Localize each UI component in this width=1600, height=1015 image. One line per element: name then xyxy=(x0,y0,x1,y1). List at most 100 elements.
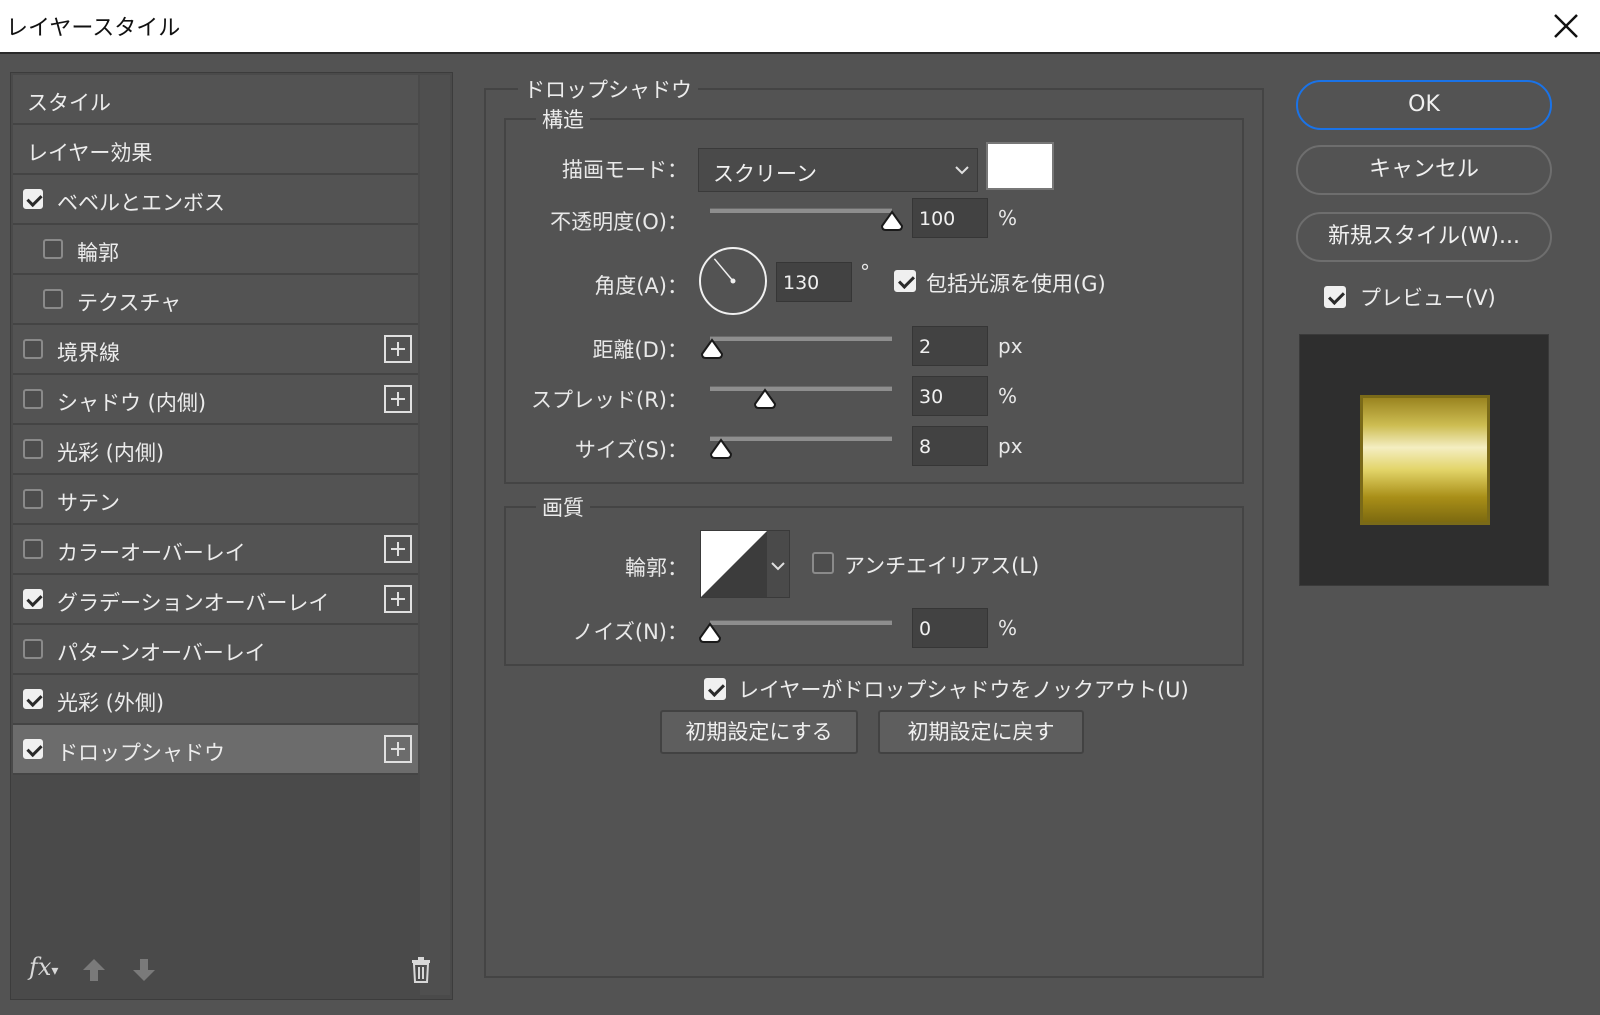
distance-unit: px xyxy=(998,334,1023,358)
arrow-down-icon[interactable] xyxy=(131,957,157,983)
quality-group: 画質 輪郭： アンチエイリアス(L) ノイズ(N)： 0 % xyxy=(504,492,1244,666)
spread-unit: % xyxy=(998,384,1018,408)
fx-icon[interactable]: fx▾ xyxy=(29,953,58,981)
effect-label: カラーオーバーレイ xyxy=(57,541,246,565)
effects-list-scrollbar[interactable] xyxy=(420,75,450,995)
effect-checkbox[interactable] xyxy=(23,389,43,409)
new-style-button[interactable]: 新規スタイル(W)... xyxy=(1296,212,1552,262)
effect-label: シャドウ (内側) xyxy=(57,391,207,415)
cancel-button[interactable]: キャンセル xyxy=(1296,145,1552,195)
add-effect-plus-icon[interactable] xyxy=(384,585,412,613)
add-effect-plus-icon[interactable] xyxy=(384,385,412,413)
make-default-button[interactable]: 初期設定にする xyxy=(660,710,858,754)
add-effect-plus-icon[interactable] xyxy=(384,735,412,763)
close-button[interactable] xyxy=(1546,6,1586,46)
quality-title: 画質 xyxy=(536,492,590,522)
effect-item[interactable]: パターンオーバーレイ xyxy=(13,625,418,675)
effect-item[interactable]: カラーオーバーレイ xyxy=(13,525,418,575)
chevron-down-icon xyxy=(771,562,785,571)
opacity-slider[interactable] xyxy=(710,208,892,213)
effect-label: パターンオーバーレイ xyxy=(57,641,266,665)
effect-checkbox[interactable] xyxy=(23,739,43,759)
effect-item[interactable]: シャドウ (内側) xyxy=(13,375,418,425)
effect-label: 光彩 (内側) xyxy=(57,441,165,465)
preview-checkbox[interactable] xyxy=(1324,286,1346,308)
effect-checkbox[interactable] xyxy=(23,339,43,359)
spread-input[interactable]: 30 xyxy=(912,376,988,416)
blend-mode-value: スクリーン xyxy=(713,162,817,186)
effect-checkbox[interactable] xyxy=(43,289,63,309)
effect-checkbox[interactable] xyxy=(23,539,43,559)
size-input[interactable]: 8 xyxy=(912,426,988,466)
contour-label: 輪郭： xyxy=(625,556,688,580)
noise-label: ノイズ(N)： xyxy=(572,620,688,644)
effect-checkbox[interactable] xyxy=(23,489,43,509)
angle-unit: ° xyxy=(860,260,870,284)
style-preview xyxy=(1299,334,1549,586)
effect-item[interactable]: 輪郭 xyxy=(13,225,418,275)
title-bar: レイヤースタイル xyxy=(0,0,1600,54)
noise-input[interactable]: 0 xyxy=(912,608,988,648)
antialias-checkbox[interactable] xyxy=(812,552,834,574)
effect-checkbox[interactable] xyxy=(23,689,43,709)
blend-mode-select[interactable]: スクリーン xyxy=(698,148,978,192)
noise-slider[interactable] xyxy=(710,620,892,625)
effect-item[interactable]: 光彩 (外側) xyxy=(13,675,418,725)
effect-item[interactable]: ベベルとエンボス xyxy=(13,175,418,225)
trash-icon[interactable] xyxy=(409,957,433,983)
effects-list-panel: スタイルレイヤー効果ベベルとエンボス輪郭テクスチャ境界線シャドウ (内側) 光彩 … xyxy=(10,72,453,1000)
effect-label: 境界線 xyxy=(57,341,120,365)
effect-label: 輪郭 xyxy=(77,241,119,265)
arrow-up-icon[interactable] xyxy=(81,957,107,983)
knockout-checkbox[interactable] xyxy=(704,678,726,700)
effect-item[interactable]: テクスチャ xyxy=(13,275,418,325)
effect-checkbox[interactable] xyxy=(23,439,43,459)
structure-group: 構造 描画モード： スクリーン 不透明度(O)： 100 % 角度(A)： 13… xyxy=(504,104,1244,484)
distance-slider[interactable] xyxy=(710,336,892,341)
effect-label: レイヤー効果 xyxy=(27,141,153,165)
effect-checkbox[interactable] xyxy=(23,639,43,659)
size-label: サイズ(S)： xyxy=(574,438,688,462)
global-light-checkbox[interactable] xyxy=(894,270,916,292)
effect-item[interactable]: レイヤー効果 xyxy=(13,125,418,175)
effect-label: グラデーションオーバーレイ xyxy=(57,591,330,615)
structure-title: 構造 xyxy=(536,104,590,134)
preview-swatch xyxy=(1360,395,1490,525)
opacity-input[interactable]: 100 xyxy=(912,198,988,238)
close-icon xyxy=(1554,14,1578,38)
contour-picker[interactable] xyxy=(700,530,790,598)
add-effect-plus-icon[interactable] xyxy=(384,535,412,563)
shadow-color-swatch[interactable] xyxy=(986,142,1054,190)
spread-label: スプレッド(R)： xyxy=(531,388,688,412)
effect-checkbox[interactable] xyxy=(43,239,63,259)
effect-checkbox[interactable] xyxy=(23,589,43,609)
noise-unit: % xyxy=(998,616,1018,640)
effect-item[interactable]: スタイル xyxy=(13,75,418,125)
blend-mode-label: 描画モード： xyxy=(562,158,688,182)
effect-item[interactable]: 光彩 (内側) xyxy=(13,425,418,475)
effect-item[interactable]: グラデーションオーバーレイ xyxy=(13,575,418,625)
effect-item[interactable]: ドロップシャドウ xyxy=(13,725,418,775)
size-unit: px xyxy=(998,434,1023,458)
distance-input[interactable]: 2 xyxy=(912,326,988,366)
effect-label: 光彩 (外側) xyxy=(57,691,165,715)
ok-button[interactable]: OK xyxy=(1296,80,1552,130)
antialias-label: アンチエイリアス(L) xyxy=(844,554,1040,578)
angle-dial[interactable] xyxy=(698,246,768,316)
angle-input[interactable]: 130 xyxy=(776,262,852,302)
effect-label: ドロップシャドウ xyxy=(57,741,225,765)
distance-label: 距離(D)： xyxy=(592,338,688,362)
spread-slider[interactable] xyxy=(710,386,892,391)
effect-checkbox[interactable] xyxy=(23,189,43,209)
add-effect-plus-icon[interactable] xyxy=(384,335,412,363)
size-slider[interactable] xyxy=(710,436,892,441)
window-title: レイヤースタイル xyxy=(6,16,181,41)
effect-label: サテン xyxy=(57,491,120,515)
global-light-label: 包括光源を使用(G) xyxy=(926,272,1106,296)
reset-default-button[interactable]: 初期設定に戻す xyxy=(878,710,1084,754)
effect-item[interactable]: 境界線 xyxy=(13,325,418,375)
chevron-down-icon xyxy=(955,166,969,175)
effect-item[interactable]: サテン xyxy=(13,475,418,525)
effect-label: テクスチャ xyxy=(77,291,182,315)
drop-shadow-title: ドロップシャドウ xyxy=(518,74,698,104)
